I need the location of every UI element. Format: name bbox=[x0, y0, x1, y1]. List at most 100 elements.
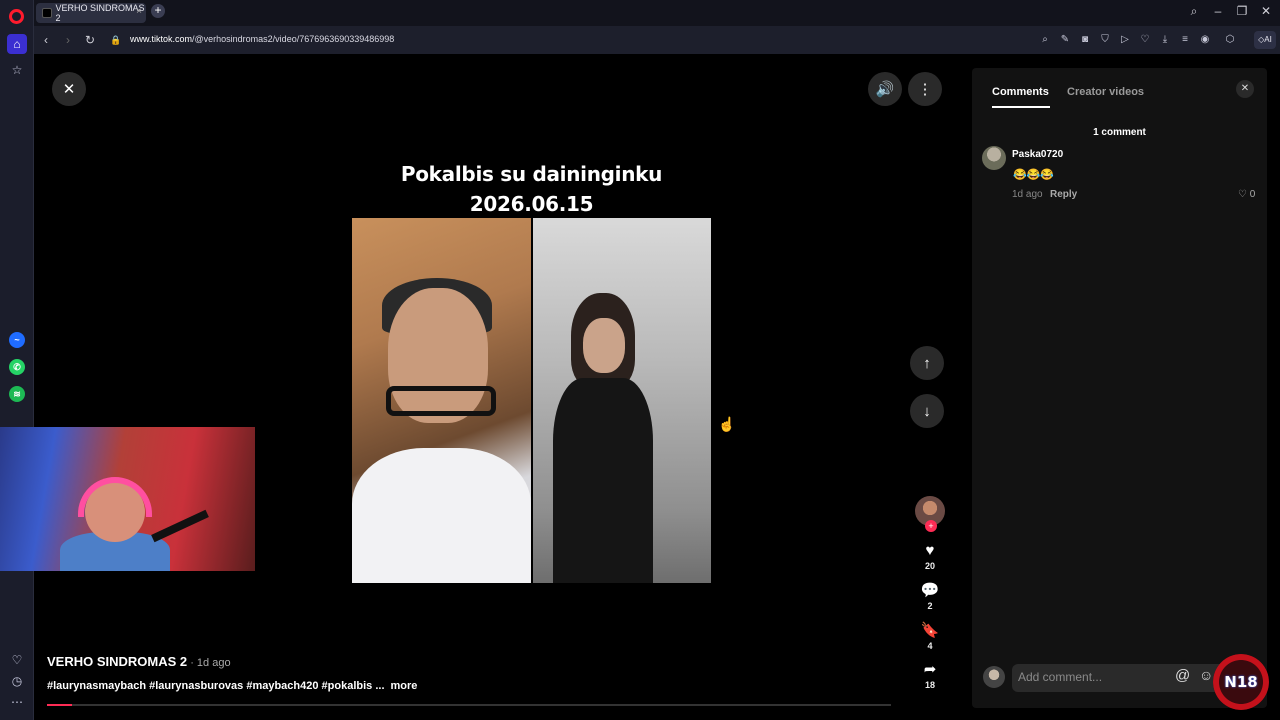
messenger-icon[interactable]: ~ bbox=[9, 332, 25, 348]
headphones bbox=[78, 477, 152, 517]
comment-icon: 💬 bbox=[920, 582, 940, 599]
window-close-icon[interactable]: ✕ bbox=[1258, 4, 1274, 18]
home-icon[interactable]: ⌂ bbox=[7, 34, 27, 54]
browser-tab[interactable]: VERHO SINDROMAS 2 × bbox=[36, 3, 146, 23]
white-shirt bbox=[352, 448, 531, 583]
video-progress-bar[interactable] bbox=[47, 704, 891, 706]
history-icon[interactable]: ◷ bbox=[7, 671, 27, 691]
download-icon[interactable]: ⤓ bbox=[1159, 34, 1171, 46]
menu-icon[interactable]: ≡ bbox=[1179, 34, 1191, 46]
tiktok-favicon-icon bbox=[42, 8, 52, 18]
streamer-webcam bbox=[0, 427, 255, 571]
microphone-arm bbox=[151, 509, 209, 543]
comments-panel: Comments Creator videos ✕ 1 comment Pask… bbox=[972, 68, 1267, 708]
profile-icon[interactable]: ◉ bbox=[1199, 34, 1211, 46]
more-link[interactable]: more bbox=[391, 680, 418, 692]
heart-icon[interactable]: ♡ bbox=[7, 650, 27, 670]
n18-logo-text: N18 bbox=[1224, 673, 1258, 691]
reply-button[interactable]: Reply bbox=[1050, 189, 1077, 200]
tab-creator-videos[interactable]: Creator videos bbox=[1067, 86, 1144, 98]
glasses bbox=[386, 386, 496, 416]
minimize-icon[interactable]: – bbox=[1210, 4, 1226, 18]
share-icon: ➦ bbox=[923, 661, 937, 678]
comment-count: 2 bbox=[927, 601, 933, 611]
active-tab-indicator bbox=[992, 106, 1050, 108]
like-button[interactable]: ♥ 20 bbox=[914, 542, 946, 571]
forward-icon[interactable]: › bbox=[60, 32, 76, 48]
video-stage[interactable]: ✕ 🔊 ⋮ Pokalbis su daininginku 2026.06.15… bbox=[34, 54, 968, 720]
new-tab-button[interactable]: + bbox=[151, 4, 165, 18]
play-icon[interactable]: ▷ bbox=[1119, 34, 1131, 46]
save-button[interactable]: 🔖 4 bbox=[914, 621, 946, 651]
black-top bbox=[553, 378, 653, 583]
comment-total: 1 comment bbox=[1093, 127, 1146, 138]
commenter-name[interactable]: Paska0720 bbox=[1012, 149, 1063, 160]
opera-logo-icon[interactable] bbox=[9, 9, 24, 24]
like-count: 20 bbox=[924, 561, 935, 571]
url-domain: www.tiktok.com bbox=[130, 34, 193, 44]
tab-close-icon[interactable]: × bbox=[136, 6, 142, 17]
heart-outline-icon: ♡ bbox=[1238, 189, 1247, 200]
previous-video-icon[interactable]: ↑ bbox=[910, 346, 944, 380]
video-left-panel bbox=[352, 218, 531, 583]
ai-button[interactable]: ◇AI bbox=[1254, 31, 1276, 49]
heart-outline-icon[interactable]: ♡ bbox=[1139, 34, 1151, 46]
author-name[interactable]: VERHO SINDROMAS 2 bbox=[47, 654, 187, 669]
heart-icon: ♥ bbox=[925, 542, 935, 559]
video-right-panel bbox=[533, 218, 711, 583]
close-panel-icon[interactable]: ✕ bbox=[1236, 80, 1254, 98]
commenter-avatar[interactable] bbox=[982, 146, 1006, 170]
spotify-icon[interactable]: ≋ bbox=[9, 386, 25, 402]
comment-like-button[interactable]: ♡ 0 bbox=[1238, 189, 1255, 200]
reload-icon[interactable]: ↻ bbox=[82, 32, 98, 48]
tab-title: VERHO SINDROMAS 2 bbox=[55, 3, 145, 23]
comment-text: 😂😂😂 bbox=[1013, 169, 1055, 181]
video-description: #laurynasmaybach #laurynasburovas #mayba… bbox=[47, 680, 417, 692]
opera-sidebar: ⌂ ☆ ~ ✆ ≋ ♡ ◷ ⋯ bbox=[0, 0, 34, 720]
bookmark-icon: 🔖 bbox=[920, 622, 940, 639]
find-icon[interactable]: ⌕ bbox=[1039, 34, 1051, 46]
star-icon[interactable]: ☆ bbox=[7, 60, 27, 80]
share-count: 18 bbox=[924, 680, 935, 690]
next-video-icon[interactable]: ↓ bbox=[910, 394, 944, 428]
video-author[interactable]: VERHO SINDROMAS 2 · 1d ago bbox=[47, 654, 231, 669]
comment-input[interactable]: Add comment... bbox=[1018, 670, 1102, 684]
back-icon[interactable]: ‹ bbox=[38, 32, 54, 48]
progress-fill bbox=[47, 704, 73, 706]
shield-icon[interactable]: ⛉ bbox=[1099, 34, 1111, 46]
video-overlay-date: 2026.06.15 bbox=[469, 192, 594, 216]
video-overlay-title: Pokalbis su daininginku bbox=[400, 162, 663, 186]
whatsapp-icon[interactable]: ✆ bbox=[9, 359, 25, 375]
tab-bar: VERHO SINDROMAS 2 × + ⌕ – ❐ ✕ bbox=[34, 0, 1280, 26]
comment-button[interactable]: 💬 2 bbox=[914, 581, 946, 611]
video-frame[interactable] bbox=[352, 218, 711, 583]
url-path: /@verhosindromas2/video/7676963690339486… bbox=[192, 34, 395, 44]
my-avatar bbox=[983, 666, 1005, 688]
camera-icon[interactable]: ◙ bbox=[1079, 34, 1091, 46]
person-face bbox=[583, 318, 625, 373]
post-time: · 1d ago bbox=[187, 657, 231, 669]
url-field[interactable]: www.tiktok.com/@verhosindromas2/video/76… bbox=[130, 34, 394, 44]
volume-icon[interactable]: 🔊 bbox=[868, 72, 902, 106]
follow-plus-icon[interactable]: + bbox=[925, 520, 937, 532]
edit-icon[interactable]: ✎ bbox=[1059, 34, 1071, 46]
mention-icon[interactable]: @ bbox=[1175, 667, 1190, 684]
n18-logo: N18 bbox=[1213, 654, 1269, 710]
hashtags[interactable]: #laurynasmaybach #laurynasburovas #mayba… bbox=[47, 680, 385, 692]
share-button[interactable]: ➦ 18 bbox=[914, 660, 946, 690]
ai-label: AI bbox=[1264, 35, 1272, 44]
mouse-cursor-icon: ☝ bbox=[718, 416, 736, 432]
restore-icon[interactable]: ❐ bbox=[1234, 4, 1250, 18]
comment-like-count: 0 bbox=[1249, 189, 1256, 200]
more-icon[interactable]: ⋯ bbox=[7, 692, 27, 712]
more-options-icon[interactable]: ⋮ bbox=[908, 72, 942, 106]
lock-icon[interactable]: 🔒 bbox=[108, 32, 124, 48]
extensions-icon[interactable]: ⬡ bbox=[1224, 34, 1236, 46]
save-count: 4 bbox=[927, 641, 933, 651]
comment-time: 1d ago bbox=[1012, 189, 1043, 200]
search-tabs-icon[interactable]: ⌕ bbox=[1186, 4, 1202, 19]
close-video-icon[interactable]: ✕ bbox=[52, 72, 86, 106]
emoji-icon[interactable]: ☺ bbox=[1199, 667, 1213, 683]
address-bar: ‹ › ↻ 🔒 www.tiktok.com/@verhosindromas2/… bbox=[34, 26, 1280, 54]
tab-comments[interactable]: Comments bbox=[992, 86, 1049, 98]
